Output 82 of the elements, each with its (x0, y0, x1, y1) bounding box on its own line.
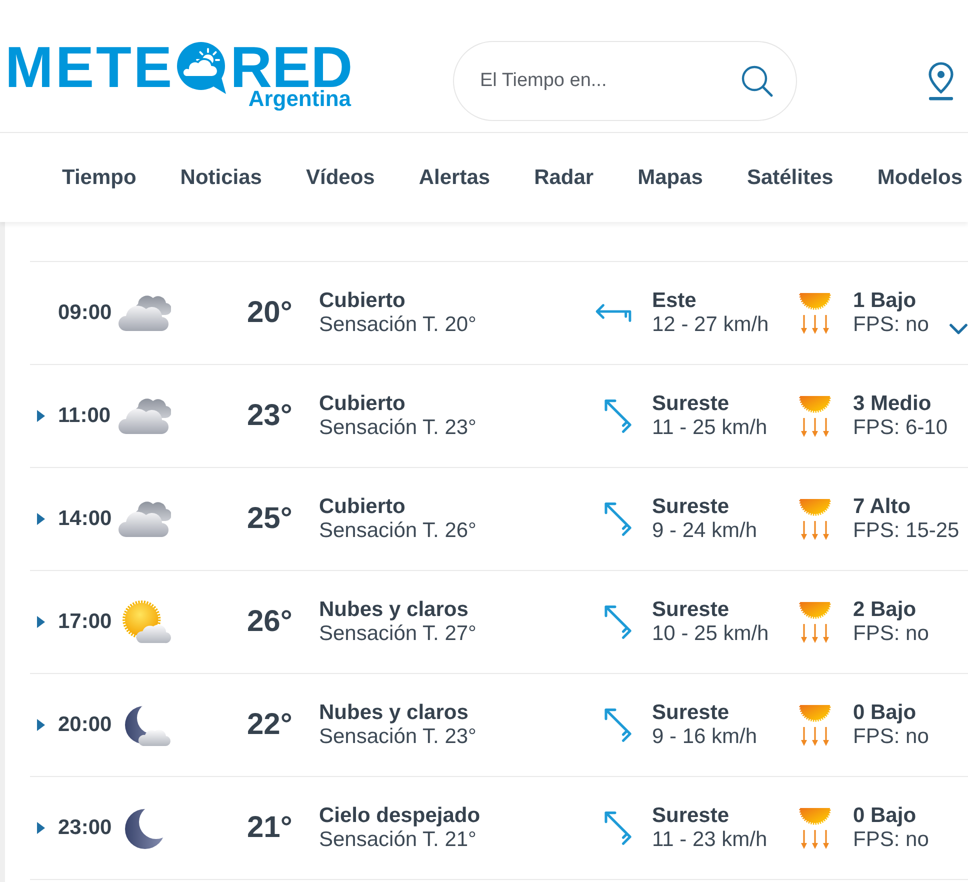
location-pin-icon[interactable] (926, 61, 956, 101)
temperature-label: 26° (247, 607, 292, 637)
condition-label: Cubierto (319, 392, 406, 416)
nav-link[interactable]: Radar (534, 162, 594, 194)
wind-speed-label: 11 - 23 km/h (652, 828, 768, 852)
feels-like-label: Sensación T. 21° (319, 828, 476, 852)
sun-and-cloud-icon (122, 600, 172, 644)
search-icon[interactable] (741, 65, 773, 97)
crescent-moon-icon (125, 806, 165, 850)
hour-label: 23:00 (58, 815, 113, 842)
wind-arrow-icon (604, 811, 632, 845)
hour-label: 20:00 (58, 712, 113, 738)
wind-arrow-icon (604, 502, 632, 536)
hour-label: 11:00 (58, 403, 112, 430)
temperature-label: 22° (247, 710, 292, 740)
search-field[interactable]: El Tiempo en... (453, 41, 797, 121)
wind-arrow-icon (604, 605, 632, 639)
hour-label: 14:00 (58, 506, 113, 532)
feels-like-label: Sensación T. 27° (319, 622, 476, 646)
nav-link[interactable]: Alertas (418, 162, 490, 194)
fps-label: FPS: 15-25 (853, 519, 960, 543)
expand-triangle-icon[interactable] (37, 719, 45, 731)
expand-triangle-icon[interactable] (37, 513, 45, 525)
temperature-label: 20° (247, 298, 292, 328)
uv-index-label: 2 Bajo (853, 598, 916, 622)
uv-sun-icon (798, 394, 832, 438)
wind-speed-label: 9 - 16 km/h (652, 725, 758, 749)
wind-speed-label: 11 - 25 km/h (652, 416, 768, 440)
expand-triangle-icon[interactable] (37, 410, 45, 422)
wind-arrow-icon (604, 399, 632, 433)
wind-direction-label: Este (652, 289, 696, 313)
wind-arrow-icon (604, 708, 632, 742)
fps-label: FPS: no (853, 313, 929, 337)
uv-index-label: 0 Bajo (853, 804, 916, 828)
overcast-clouds-icon (117, 396, 171, 436)
nav-link[interactable]: Noticias (180, 162, 262, 194)
hour-label: 09:00 (58, 300, 113, 326)
hour-label: 17:00 (58, 609, 113, 636)
fps-label: FPS: no (853, 828, 929, 852)
condition-label: Nubes y claros (319, 701, 468, 725)
uv-index-label: 0 Bajo (853, 701, 916, 725)
uv-sun-icon (798, 498, 832, 540)
overcast-clouds-icon (117, 499, 171, 539)
nav-link[interactable]: Mapas (638, 162, 703, 194)
expand-triangle-icon[interactable] (37, 822, 45, 834)
feels-like-label: Sensación T. 26° (319, 519, 476, 543)
chevron-down-icon[interactable] (949, 323, 968, 335)
expand-triangle-icon[interactable] (37, 616, 45, 628)
feels-like-label: Sensación T. 23° (319, 416, 476, 440)
condition-label: Cubierto (319, 495, 406, 519)
nav-link[interactable]: Vídeos (306, 162, 375, 194)
feels-like-label: Sensación T. 23° (319, 725, 476, 749)
wind-direction-label: Sureste (652, 701, 730, 725)
wind-direction-label: Sureste (652, 495, 730, 519)
nav-link[interactable]: Satélites (746, 162, 834, 194)
uv-index-label: 3 Medio (853, 392, 932, 416)
condition-label: Cubierto (319, 289, 406, 313)
uv-sun-icon (798, 292, 832, 334)
wind-direction-label: Sureste (652, 392, 730, 416)
overcast-clouds-icon (117, 293, 171, 333)
uv-sun-icon (798, 806, 832, 850)
uv-index-label: 1 Bajo (853, 289, 916, 313)
temperature-label: 23° (247, 401, 292, 431)
uv-sun-icon (798, 704, 832, 746)
fps-label: FPS: no (853, 725, 929, 749)
wind-direction-label: Sureste (652, 598, 730, 622)
fps-label: FPS: no (853, 622, 929, 646)
condition-label: Cielo despejado (319, 804, 480, 828)
wind-speed-label: 12 - 27 km/h (652, 313, 769, 337)
condition-label: Nubes y claros (319, 598, 468, 622)
nav-link[interactable]: Tiempo (62, 162, 136, 194)
nav-link[interactable]: Modelos (877, 162, 963, 194)
wind-speed-label: 9 - 24 km/h (652, 519, 758, 543)
fps-label: FPS: 6-10 (853, 416, 948, 440)
wind-speed-label: 10 - 25 km/h (652, 622, 769, 646)
wind-arrow-icon (595, 303, 632, 323)
uv-sun-icon (798, 600, 832, 644)
uv-index-label: 7 Alto (853, 495, 911, 519)
temperature-label: 25° (247, 504, 292, 534)
feels-like-label: Sensación T. 20° (319, 313, 476, 337)
temperature-label: 21° (247, 813, 292, 843)
wind-direction-label: Sureste (652, 804, 730, 828)
